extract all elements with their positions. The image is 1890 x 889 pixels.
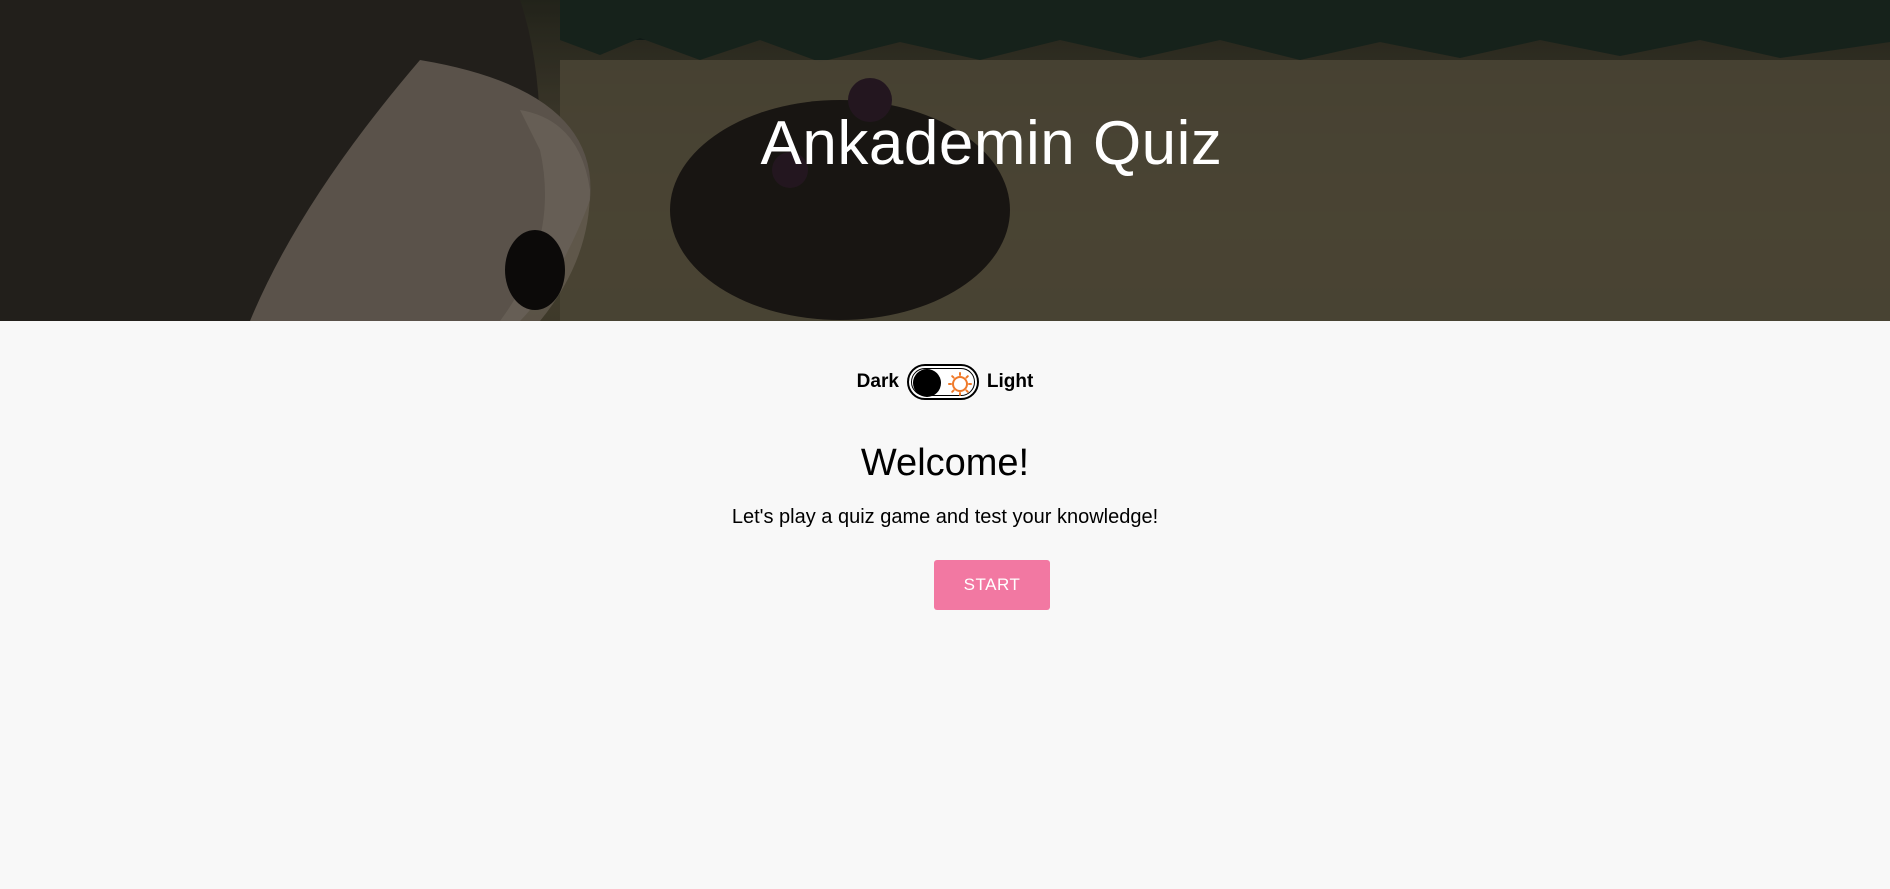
light-label: Light — [986, 371, 1034, 392]
start-button[interactable]: START — [934, 560, 1050, 610]
welcome-heading: Welcome! — [860, 442, 1030, 484]
sun-icon — [947, 372, 972, 396]
page-title: Ankademin Quiz — [760, 109, 1223, 178]
dark-label: Dark — [856, 371, 899, 392]
toggle-knob — [912, 369, 941, 397]
intro-text: Let's play a quiz game and test your kno… — [731, 506, 1159, 528]
hero-banner: Ankademin Quiz — [0, 0, 1890, 321]
theme-toggle[interactable] — [906, 364, 979, 400]
theme-switch: Dark Light — [0, 364, 1890, 400]
